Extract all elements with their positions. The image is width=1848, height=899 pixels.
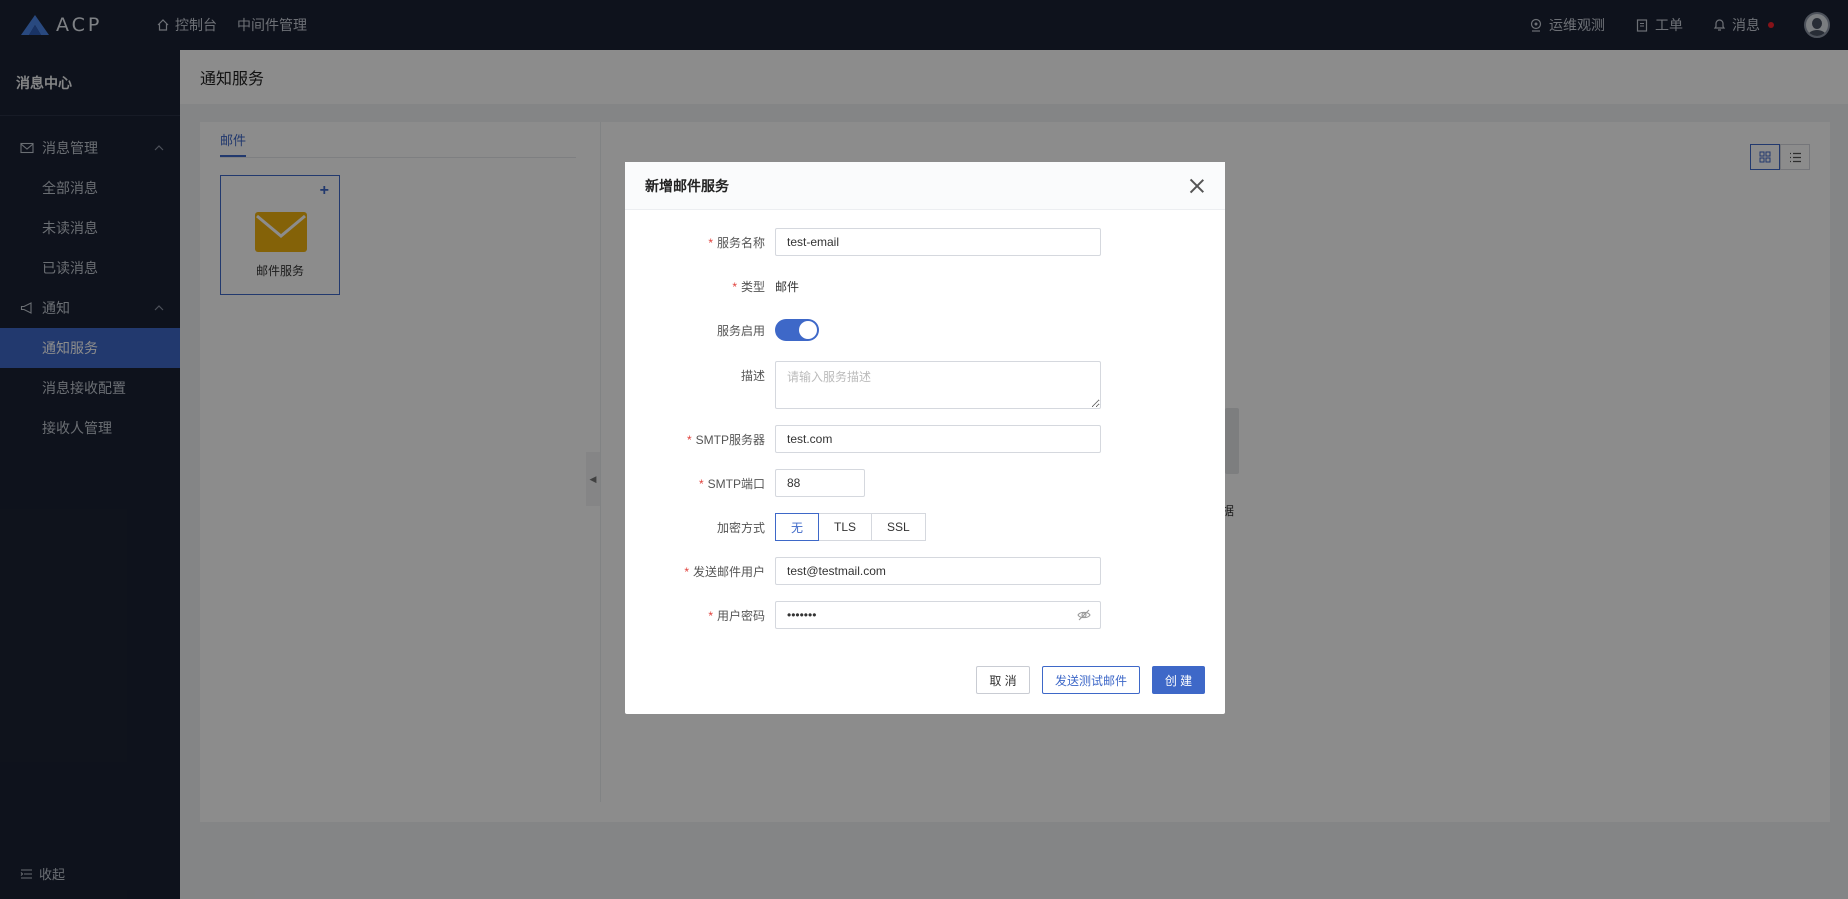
close-icon[interactable] [1189, 178, 1205, 194]
service-name-input[interactable] [775, 228, 1101, 256]
required-mark: * [698, 476, 704, 491]
create-button[interactable]: 创 建 [1152, 666, 1205, 694]
field-label-wrap: * SMTP服务器 [625, 431, 775, 448]
encryption-option-tls[interactable]: TLS [818, 513, 873, 541]
type-value: 邮件 [775, 279, 800, 294]
field-label-wrap: * 用户密码 [625, 607, 775, 624]
smtp-port-input[interactable] [775, 469, 865, 497]
cancel-button[interactable]: 取 消 [976, 666, 1030, 694]
form-row-enabled: 服务启用 [625, 316, 1225, 344]
form-row-encryption: 加密方式 无 TLS SSL [625, 513, 1225, 541]
field-label: 发送邮件用户 [692, 564, 765, 579]
required-mark: * [708, 608, 713, 623]
required-mark: * [684, 564, 689, 579]
field-label-wrap: * 服务名称 [625, 234, 775, 251]
description-textarea[interactable] [775, 361, 1101, 409]
required-mark: * [732, 279, 737, 294]
add-email-service-dialog: 新增邮件服务 *服务名称 *类型 邮件 服务启用 描述 *SMTP服务器 *SM… [625, 162, 1225, 714]
field-label: SMTP端口 [707, 476, 765, 491]
field-label-wrap: * SMTP端口 [625, 475, 775, 492]
form-row-password: * 用户密码 [625, 601, 1225, 629]
form-row-name: * 服务名称 [625, 228, 1225, 256]
dialog-header: 新增邮件服务 [625, 162, 1225, 210]
toggle-knob [799, 321, 817, 339]
required-mark: * [686, 432, 692, 447]
eye-off-icon[interactable] [1077, 608, 1091, 622]
dialog-title: 新增邮件服务 [645, 177, 729, 194]
field-label: 服务名称 [716, 235, 765, 250]
password-input[interactable] [775, 601, 1101, 629]
field-label: 描述 [740, 369, 765, 383]
field-label: 服务启用 [716, 323, 765, 338]
send-test-email-button[interactable]: 发送测试邮件 [1042, 666, 1140, 694]
field-label: 用户密码 [716, 608, 765, 623]
encryption-option-none[interactable]: 无 [775, 513, 820, 541]
field-label-wrap: * 发送邮件用户 [625, 563, 775, 580]
password-wrapper [775, 601, 1101, 629]
smtp-server-input[interactable] [775, 425, 1101, 453]
encryption-radio-group: 无 TLS SSL [775, 513, 926, 541]
form-row-smtp-port: * SMTP端口 [625, 469, 1225, 497]
form-row-sender: * 发送邮件用户 [625, 557, 1225, 585]
field-label: 类型 [740, 279, 765, 294]
required-mark: * [708, 235, 713, 250]
form-row-smtp-server: * SMTP服务器 [625, 425, 1225, 453]
field-label: SMTP服务器 [695, 432, 765, 447]
sender-user-input[interactable] [775, 557, 1101, 585]
form-row-description: 描述 [625, 361, 1225, 409]
field-label-wrap: * 类型 [625, 278, 775, 295]
service-enabled-toggle[interactable] [775, 319, 819, 341]
form-row-type: * 类型 邮件 [625, 272, 1225, 300]
encryption-option-ssl[interactable]: SSL [871, 513, 926, 541]
field-label: 加密方式 [716, 520, 765, 535]
